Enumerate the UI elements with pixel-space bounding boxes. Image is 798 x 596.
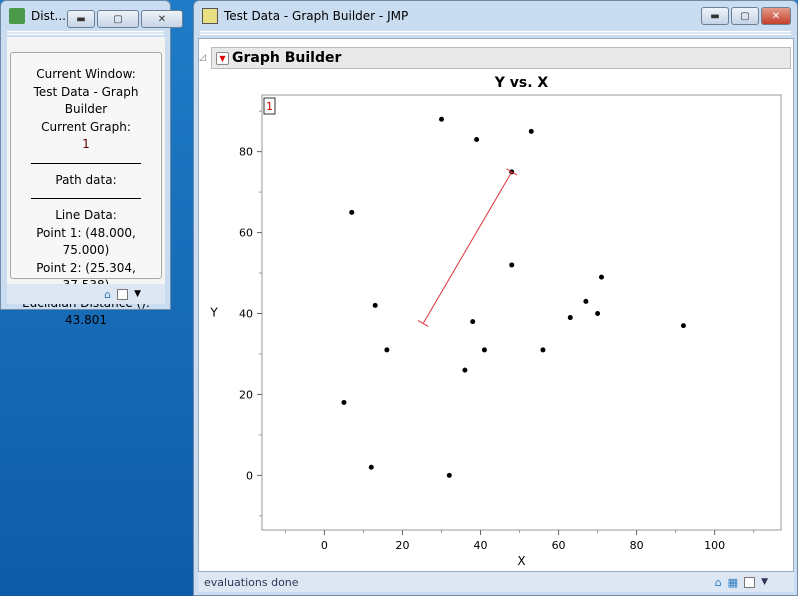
chart-title: Y vs. X [494,75,549,91]
x-tick-label: 40 [474,539,488,552]
divider [31,162,141,164]
graph-window-title: Test Data - Graph Builder - JMP [224,9,409,23]
distance-value: 43.801 [65,313,107,327]
layout-icon[interactable]: ▦ [728,576,738,589]
y-tick-label: 20 [239,388,253,401]
graph-builder-icon [202,8,218,24]
current-window-label: Current Window: [36,67,136,81]
data-point [462,367,468,373]
home-icon[interactable]: ⌂ [715,576,722,589]
x-tick-label: 20 [395,539,409,552]
jmp-script-icon [9,8,25,24]
dropdown-arrow-icon[interactable]: ▼ [134,289,141,299]
distance-info-panel: Current Window: Test Data - Graph Builde… [10,52,162,327]
status-text: evaluations done [204,575,299,589]
path-data-label: Path data: [55,172,117,187]
close-button[interactable]: ✕ [761,7,791,25]
dropdown-arrow-icon[interactable]: ▼ [761,577,768,587]
y-tick-label: 40 [239,308,253,321]
data-point [598,274,604,280]
data-point [481,347,487,353]
distance-window: Dist... ▬ ▢ ✕ Current Window: Test Data … [0,0,183,327]
data-point [384,347,390,353]
data-point [595,311,601,317]
data-point [528,128,534,134]
y-tick-label: 80 [239,146,253,159]
data-point [349,209,355,215]
section-title: Graph Builder [232,50,342,66]
x-tick-label: 80 [630,539,644,552]
data-point [446,472,452,478]
data-point [368,464,374,470]
red-triangle-menu-icon[interactable]: ▼ [216,51,229,65]
data-point [583,298,589,304]
current-graph-value: 1 [82,137,90,151]
divider [31,198,141,199]
current-window-value: Test Data - Graph Builder [33,84,139,117]
disclosure-icon[interactable]: ◿ [199,53,211,63]
maximize-button[interactable]: ▢ [731,7,759,25]
outline-header[interactable]: ◿ ▼ Graph Builder [199,47,791,69]
x-tick-label: 0 [321,539,328,552]
y-tick-label: 60 [239,227,253,240]
line-data-label: Line Data: [55,208,117,222]
data-point [567,315,573,321]
minimize-button[interactable]: ▬ [67,10,95,28]
data-point [474,137,480,143]
x-tick-label: 100 [704,539,725,552]
point1-value: Point 1: (48.000, 75.000) [36,225,136,258]
graph-builder-window: Test Data - Graph Builder - JMP ▬ ▢ ✕ ◿ … [193,0,798,596]
data-point [540,347,546,353]
graph-number-label: 1 [266,100,273,113]
data-point [439,116,445,122]
data-point [509,262,515,268]
maximize-button[interactable]: ▢ [97,10,139,28]
y-axis-label: Y [209,306,218,320]
x-axis-label: X [517,554,525,568]
checkbox-icon[interactable] [744,576,756,588]
checkbox-icon[interactable] [117,288,129,300]
current-graph-label: Current Graph: [41,119,131,134]
y-tick-label: 0 [246,469,253,482]
data-point [470,319,476,325]
minimize-button[interactable]: ▬ [701,7,729,25]
close-button[interactable]: ✕ [141,10,183,28]
data-point [372,302,378,308]
home-icon[interactable]: ⌂ [104,288,111,301]
data-point [341,400,347,406]
data-point [680,323,686,329]
scatter-plot[interactable]: Y vs. X 1 0 20 40 60 80 100 0 20 40 60 80 X Y [199,71,795,571]
distance-window-title: Dist... [31,9,66,23]
x-tick-label: 60 [552,539,566,552]
graph-window-titlebar[interactable]: Test Data - Graph Builder - JMP ▬ ▢ ✕ [194,1,797,31]
plot-frame [261,94,782,531]
